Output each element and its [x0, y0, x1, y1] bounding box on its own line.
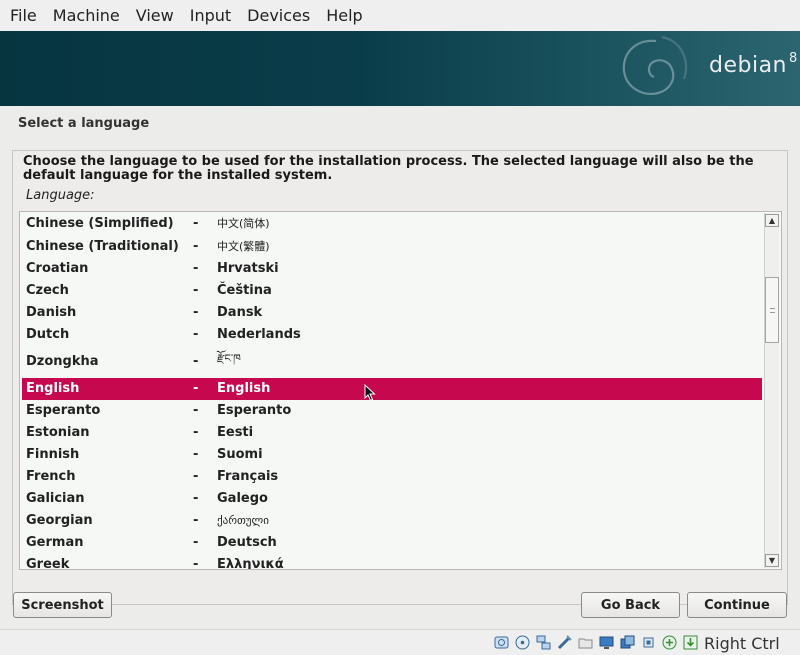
menu-file[interactable]: File — [2, 6, 45, 25]
screenshot-button[interactable]: Screenshot — [13, 592, 112, 618]
language-field-label: Language: — [26, 188, 95, 203]
list-item[interactable]: French - Français — [22, 466, 762, 488]
mouse-pointer-icon — [364, 384, 376, 402]
shared-folder-icon[interactable] — [578, 635, 593, 650]
menu-input[interactable]: Input — [182, 6, 239, 25]
list-item[interactable]: German - Deutsch — [22, 532, 762, 554]
list-item[interactable]: Croatian - Hrvatski — [22, 258, 762, 280]
language-panel: Choose the language to be used for the i… — [12, 150, 788, 605]
list-item[interactable]: Chinese (Traditional) - 中文(繁體) — [22, 236, 762, 258]
list-item[interactable]: Finnish - Suomi — [22, 444, 762, 466]
list-item-selected[interactable]: English - English — [22, 378, 762, 400]
host-key-label: Right Ctrl — [704, 634, 780, 653]
optical-drive-icon[interactable] — [515, 635, 530, 650]
cpu-icon[interactable] — [641, 635, 656, 650]
list-item[interactable]: Dutch - Nederlands — [22, 324, 762, 346]
menu-bar: File Machine View Input Devices Help — [0, 0, 800, 31]
keyboard-icon[interactable] — [683, 635, 698, 650]
mouse-integration-icon[interactable] — [662, 635, 677, 650]
scroll-up-icon[interactable]: ▲ — [765, 214, 779, 227]
list-item[interactable]: Chinese (Simplified) - 中文(简体) — [22, 213, 762, 235]
instructions-text: Choose the language to be used for the i… — [23, 154, 754, 183]
list-item[interactable]: Georgian - ქართული — [22, 510, 762, 532]
installer-window: debian 8 Select a language Choose the lan… — [0, 31, 800, 629]
list-item[interactable]: Estonian - Eesti — [22, 422, 762, 444]
list-item[interactable]: Danish - Dansk — [22, 302, 762, 324]
debian-swirl-logo — [622, 35, 688, 95]
status-bar: Right Ctrl — [0, 629, 800, 655]
scroll-thumb[interactable] — [765, 277, 779, 343]
menu-devices[interactable]: Devices — [239, 6, 318, 25]
list-scrollbar[interactable]: ▲ ▼ — [764, 213, 779, 568]
display-icon[interactable] — [599, 635, 614, 650]
network-icon[interactable] — [536, 635, 551, 650]
debian-wordmark: debian 8 — [709, 51, 798, 78]
usb-icon[interactable] — [557, 635, 572, 650]
go-back-button[interactable]: Go Back — [581, 592, 680, 618]
list-item[interactable]: Galician - Galego — [22, 488, 762, 510]
page-title: Select a language — [18, 116, 150, 131]
list-item[interactable]: Dzongkha - རྫོང་ཁ — [22, 349, 762, 375]
continue-button[interactable]: Continue — [687, 592, 787, 618]
menu-machine[interactable]: Machine — [45, 6, 128, 25]
list-item[interactable]: Czech - Čeština — [22, 280, 762, 302]
hard-disk-icon[interactable] — [494, 635, 509, 650]
language-list[interactable]: Chinese (Simplified) - 中文(简体) Chinese (Tra… — [19, 211, 782, 570]
debian-banner: debian 8 — [0, 31, 800, 106]
list-item[interactable]: Greek - Ελληνικά — [22, 554, 762, 569]
menu-view[interactable]: View — [128, 6, 182, 25]
video-capture-icon[interactable] — [620, 635, 635, 650]
scroll-down-icon[interactable]: ▼ — [765, 554, 779, 567]
list-item[interactable]: Esperanto - Esperanto — [22, 400, 762, 422]
grip-icon — [770, 308, 775, 313]
menu-help[interactable]: Help — [318, 6, 370, 25]
